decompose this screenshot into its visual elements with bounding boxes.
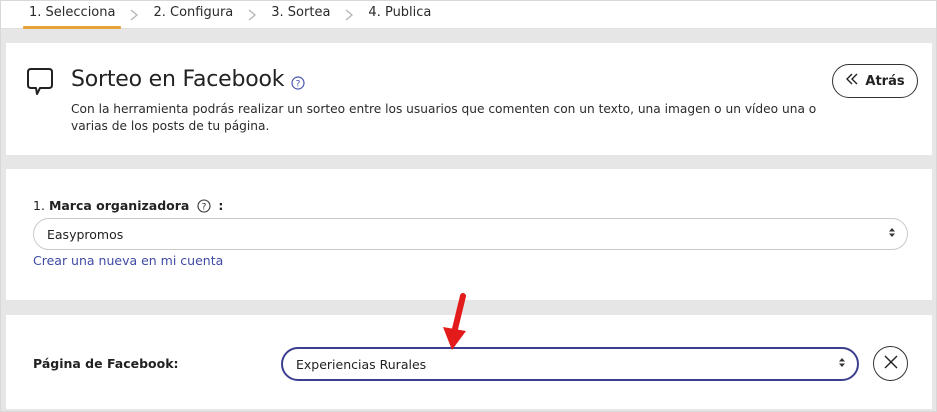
brand-field-label: 1. Marca organizadora ? : [33,198,223,213]
chevron-right-icon [123,1,145,29]
svg-text:?: ? [202,202,207,212]
header-panel: Sorteo en Facebook ? Con la herramienta … [6,43,932,155]
step-configura[interactable]: 2. Configura [151,1,235,29]
brand-select-value: Easypromos [47,226,124,242]
select-arrows-icon [838,357,846,372]
facebook-page-select[interactable]: Experiencias Rurales [281,347,859,381]
brand-panel: 1. Marca organizadora ? : Easypromos Cre… [6,169,932,300]
select-arrows-icon [888,227,896,242]
help-circle-icon[interactable]: ? [291,75,305,94]
chevron-right-icon [338,1,360,29]
app-frame: 1. Selecciona 2. Configura 3. Sortea 4. … [0,0,937,412]
facebook-page-label: Página de Facebook: [33,356,179,371]
page-description: Con la herramienta podrás realizar un so… [71,102,817,133]
close-icon [883,354,899,374]
facebook-page-select-value: Experiencias Rurales [296,356,427,372]
red-arrow-icon [439,293,471,357]
svg-text:?: ? [296,80,301,90]
back-button[interactable]: Atrás [832,64,918,98]
chevron-right-icon [241,1,263,29]
clear-page-button[interactable] [873,346,908,381]
brand-select[interactable]: Easypromos [33,218,908,250]
brand-field-number: 1. [33,198,45,213]
step-sortea[interactable]: 3. Sortea [269,1,332,29]
double-chevron-left-icon [845,73,859,89]
wizard-stepper: 1. Selecciona 2. Configura 3. Sortea 4. … [1,1,936,29]
back-button-label: Atrás [865,73,905,89]
step-publica[interactable]: 4. Publica [366,1,433,29]
chat-bubble-icon [26,67,54,101]
page-title: Sorteo en Facebook [71,67,285,92]
help-circle-icon[interactable]: ? [197,198,211,213]
create-brand-link[interactable]: Crear una nueva en mi cuenta [33,253,223,268]
step-selecciona[interactable]: 1. Selecciona [22,1,122,29]
brand-field-suffix: : [218,198,224,213]
brand-field-title: Marca organizadora [48,198,190,213]
